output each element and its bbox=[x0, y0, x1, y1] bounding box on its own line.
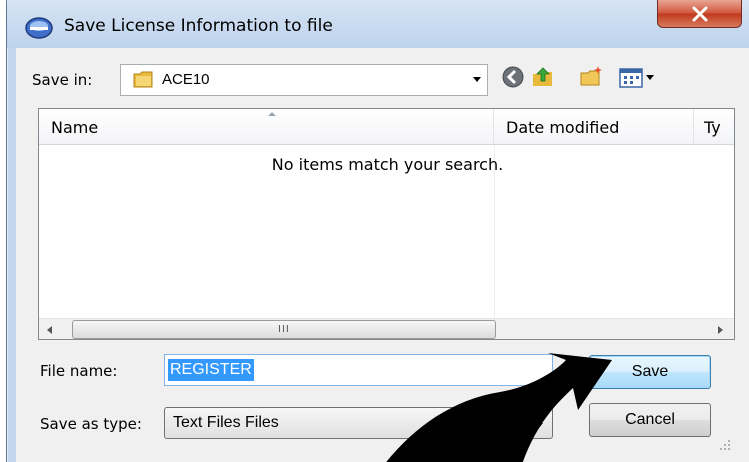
scroll-right-icon[interactable] bbox=[713, 323, 727, 337]
save-in-value: ACE10 bbox=[162, 71, 210, 88]
horizontal-scrollbar[interactable]: III bbox=[39, 318, 734, 339]
scrollbar-grip: III bbox=[278, 324, 290, 335]
folder-icon bbox=[133, 71, 153, 88]
window-title: Save License Information to file bbox=[64, 16, 333, 36]
save-button[interactable]: Save bbox=[589, 355, 711, 389]
screenshot-stage: Save License Information to file Save in… bbox=[0, 0, 749, 462]
column-name-label: Name bbox=[51, 118, 99, 137]
column-date-label: Date modified bbox=[506, 118, 620, 137]
column-header-name[interactable]: Name bbox=[39, 109, 494, 145]
column-header-date-modified[interactable]: Date modified bbox=[494, 109, 694, 145]
save-as-type-value: Text Files Files bbox=[173, 414, 279, 431]
empty-list-message: No items match your search. bbox=[271, 155, 504, 174]
sort-arrow-icon bbox=[268, 112, 276, 116]
scrollbar-thumb[interactable]: III bbox=[72, 320, 496, 339]
cancel-button[interactable]: Cancel bbox=[589, 403, 711, 437]
view-menu-icon[interactable] bbox=[618, 64, 658, 90]
close-button[interactable] bbox=[657, 0, 742, 28]
scroll-left-icon[interactable] bbox=[43, 323, 57, 337]
up-folder-icon[interactable] bbox=[530, 64, 556, 90]
app-icon bbox=[25, 17, 53, 39]
back-icon[interactable] bbox=[500, 64, 526, 90]
save-as-type-label: Save as type: bbox=[40, 415, 142, 433]
column-header-type[interactable]: Ty bbox=[694, 109, 734, 145]
new-folder-icon[interactable] bbox=[578, 64, 604, 90]
chevron-down-icon[interactable] bbox=[471, 73, 483, 85]
chevron-down-icon[interactable] bbox=[533, 419, 545, 431]
file-name-value[interactable]: REGISTER bbox=[168, 359, 254, 381]
save-in-label: Save in: bbox=[32, 71, 93, 89]
close-icon bbox=[692, 6, 707, 21]
column-type-label: Ty bbox=[704, 118, 721, 137]
file-list[interactable]: Name Date modified Ty No items match you… bbox=[38, 108, 735, 340]
file-name-label: File name: bbox=[40, 362, 118, 380]
resize-grip-icon[interactable] bbox=[716, 436, 732, 452]
